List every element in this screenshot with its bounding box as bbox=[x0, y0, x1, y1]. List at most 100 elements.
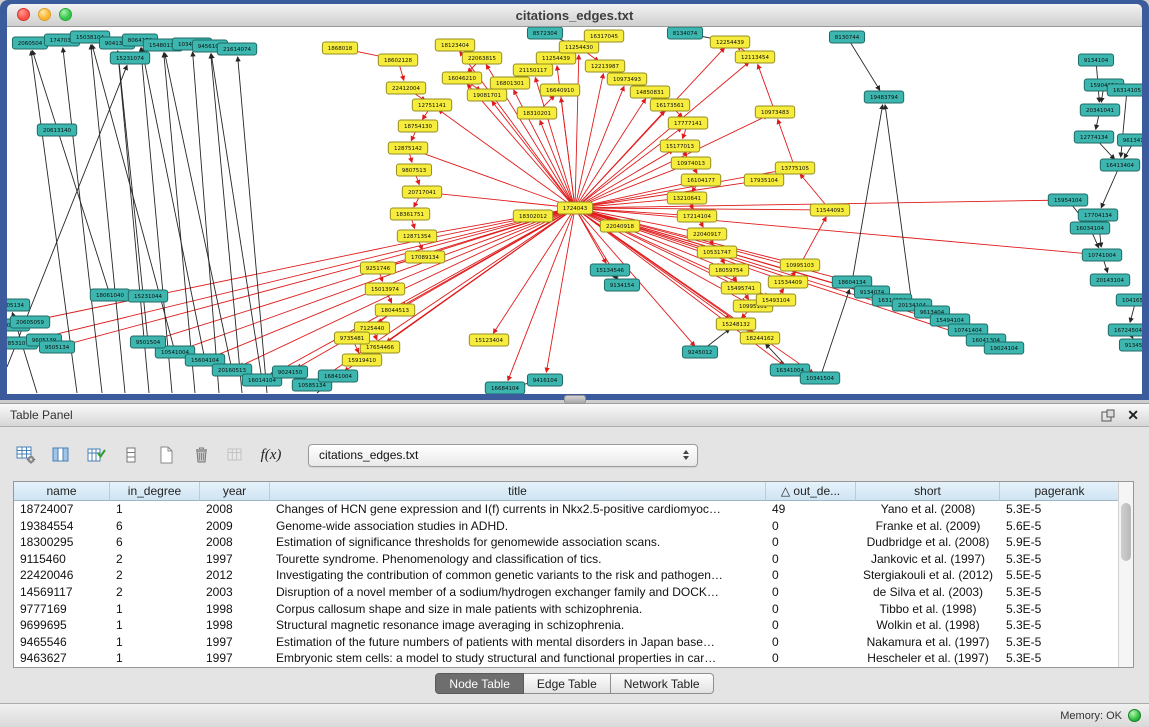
graph-node[interactable]: 12213987 bbox=[585, 60, 624, 72]
table-row[interactable]: 946362711997Embryonic stem cells: a mode… bbox=[14, 650, 1133, 667]
graph-node[interactable]: 18044513 bbox=[375, 304, 414, 316]
graph-node[interactable]: 17214104 bbox=[677, 210, 716, 222]
tab-node-table[interactable]: Node Table bbox=[435, 673, 524, 694]
graph-node[interactable]: 10974013 bbox=[671, 157, 710, 169]
row-tools-button[interactable] bbox=[117, 442, 145, 468]
graph-node[interactable]: 12113454 bbox=[735, 51, 774, 63]
graph-node[interactable]: 12871354 bbox=[397, 230, 436, 242]
graph-node[interactable]: 18754130 bbox=[398, 120, 437, 132]
table-row[interactable]: 977716911998Corpus callosum shape and si… bbox=[14, 601, 1133, 618]
graph-node[interactable]: 12254439 bbox=[710, 36, 749, 48]
table-row[interactable]: 911546021997Tourette syndrome. Phenomeno… bbox=[14, 551, 1133, 568]
graph-node[interactable]: 11254430 bbox=[559, 41, 598, 53]
graph-node[interactable]: 10416504 bbox=[1116, 294, 1142, 306]
graph-node[interactable]: 16724504 bbox=[1108, 324, 1142, 336]
graph-node[interactable]: 15954104 bbox=[1048, 194, 1087, 206]
graph-node[interactable]: 22040918 bbox=[600, 220, 639, 232]
graph-node[interactable]: 18302012 bbox=[513, 210, 552, 222]
graph-node[interactable]: 15013974 bbox=[365, 283, 404, 295]
graph-node[interactable]: 9134104 bbox=[1078, 54, 1113, 66]
function-builder-button[interactable]: f(x) bbox=[257, 442, 285, 468]
window-title-bar[interactable]: citations_edges.txt bbox=[7, 4, 1142, 27]
graph-node[interactable]: 9613414 bbox=[1117, 134, 1142, 146]
graph-node[interactable]: 17777141 bbox=[668, 117, 707, 129]
graph-node[interactable]: 9134154 bbox=[604, 279, 639, 291]
graph-node[interactable]: 18059754 bbox=[709, 264, 748, 276]
graph-node[interactable]: 18361751 bbox=[390, 208, 429, 220]
column-header-in_degree[interactable]: in_degree bbox=[110, 482, 200, 501]
graph-node[interactable]: 17704134 bbox=[1078, 209, 1117, 221]
show-columns-button[interactable] bbox=[47, 442, 75, 468]
graph-node[interactable]: 10973493 bbox=[607, 73, 646, 85]
graph-node[interactable]: 19081701 bbox=[467, 89, 506, 101]
graph-node[interactable]: 22063815 bbox=[462, 52, 501, 64]
graph-node[interactable]: 18123404 bbox=[435, 39, 474, 51]
table-row[interactable]: 969969511998Structural magnetic resonanc… bbox=[14, 617, 1133, 634]
table-row[interactable]: 1456911722003Disruption of a novel membe… bbox=[14, 584, 1133, 601]
graph-node[interactable]: 16046210 bbox=[442, 72, 481, 84]
graph-node[interactable]: 9134514 bbox=[1119, 339, 1142, 351]
graph-node[interactable]: 8134074 bbox=[667, 27, 702, 39]
column-header-name[interactable]: name bbox=[14, 482, 110, 501]
float-panel-icon[interactable] bbox=[1101, 409, 1115, 422]
graph-node[interactable]: 21150117 bbox=[513, 64, 552, 76]
graph-node[interactable]: 9024150 bbox=[272, 366, 307, 378]
network-table-select[interactable]: citations_edges.txt bbox=[308, 444, 698, 467]
graph-node[interactable]: 12774134 bbox=[1074, 131, 1113, 143]
graph-node[interactable]: 9251746 bbox=[360, 262, 395, 274]
column-header-pagerank[interactable]: pagerank bbox=[1000, 482, 1120, 501]
graph-node[interactable]: 8130744 bbox=[829, 31, 864, 43]
graph-node[interactable]: 15134546 bbox=[590, 264, 629, 276]
graph-node[interactable]: 10341504 bbox=[800, 372, 839, 384]
graph-node[interactable]: 19483794 bbox=[864, 91, 903, 103]
graph-node[interactable]: 15495741 bbox=[721, 282, 760, 294]
graph-node[interactable]: 18310201 bbox=[517, 107, 556, 119]
graph-node[interactable]: 21614074 bbox=[217, 43, 256, 55]
new-file-button[interactable] bbox=[152, 442, 180, 468]
column-header-year[interactable]: year bbox=[200, 482, 270, 501]
zoom-window-icon[interactable] bbox=[59, 8, 72, 21]
table-row[interactable]: 946554611997Estimation of the future num… bbox=[14, 634, 1133, 651]
close-window-icon[interactable] bbox=[17, 8, 30, 21]
graph-node[interactable]: 16173561 bbox=[650, 99, 689, 111]
graph-node[interactable]: 11254439 bbox=[536, 52, 575, 64]
graph-node[interactable]: 15123404 bbox=[469, 334, 508, 346]
graph-node[interactable]: 9505134 bbox=[39, 341, 74, 353]
graph-node[interactable]: 16314105 bbox=[1107, 84, 1142, 96]
graph-node[interactable]: 20717041 bbox=[402, 186, 441, 198]
graph-node[interactable]: 22040917 bbox=[687, 228, 726, 240]
graph-node[interactable]: 16801301 bbox=[490, 77, 529, 89]
graph-node[interactable]: 9245012 bbox=[682, 346, 717, 358]
graph-node[interactable]: 17089134 bbox=[405, 251, 444, 263]
graph-node[interactable]: 20143104 bbox=[1090, 274, 1129, 286]
graph-node[interactable]: 9807513 bbox=[396, 164, 431, 176]
table-row[interactable]: 1872400712008Changes of HCN gene express… bbox=[14, 501, 1133, 518]
tab-edge-table[interactable]: Edge Table bbox=[524, 673, 611, 694]
graph-node[interactable]: 11544093 bbox=[810, 204, 849, 216]
table-mode-button[interactable] bbox=[12, 442, 40, 468]
column-header-short[interactable]: short bbox=[856, 482, 1000, 501]
graph-node[interactable]: 15231044 bbox=[128, 290, 167, 302]
graph-node[interactable]: 10995103 bbox=[780, 259, 819, 271]
graph-node[interactable]: 10973483 bbox=[755, 106, 794, 118]
graph-node[interactable]: 20605059 bbox=[10, 316, 49, 328]
graph-node[interactable]: 16317045 bbox=[584, 30, 623, 42]
panel-splitter-handle[interactable] bbox=[564, 395, 586, 404]
column-header-out_de[interactable]: △ out_de... bbox=[766, 482, 856, 501]
import-table-button[interactable] bbox=[222, 442, 250, 468]
graph-node[interactable]: 16034104 bbox=[1070, 222, 1109, 234]
graph-node[interactable]: 13210641 bbox=[667, 192, 706, 204]
graph-node[interactable]: 20341041 bbox=[1080, 104, 1119, 116]
graph-node[interactable]: 14850831 bbox=[630, 86, 669, 98]
graph-node[interactable]: 20613140 bbox=[37, 124, 76, 136]
graph-node[interactable]: 1724043 bbox=[557, 202, 592, 214]
new-column-button[interactable] bbox=[82, 442, 110, 468]
graph-node[interactable]: 13775105 bbox=[775, 162, 814, 174]
close-panel-icon[interactable]: ✕ bbox=[1127, 408, 1139, 422]
graph-node[interactable]: 15905134 bbox=[7, 299, 30, 311]
table-row[interactable]: 1938455462009Genome-wide association stu… bbox=[14, 518, 1133, 535]
graph-node[interactable]: 18244162 bbox=[740, 332, 779, 344]
scrollbar-thumb[interactable] bbox=[1121, 503, 1131, 561]
graph-node[interactable]: 16104177 bbox=[681, 174, 720, 186]
graph-node[interactable]: 19024104 bbox=[984, 342, 1023, 354]
